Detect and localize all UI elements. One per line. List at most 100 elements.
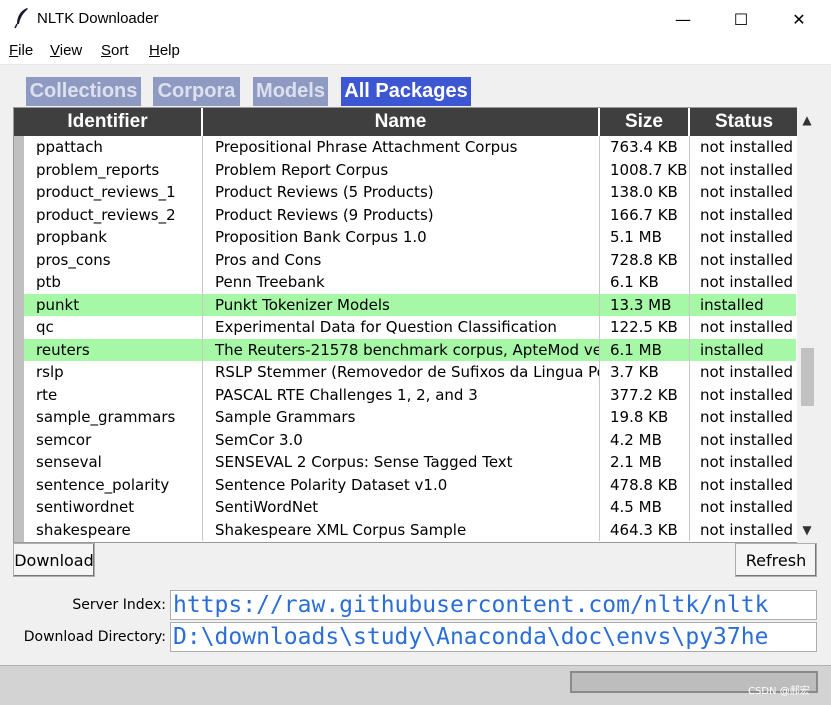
cell-status: not installed <box>700 385 793 404</box>
cell-size: 728.8 KB <box>600 248 690 271</box>
column-header-name[interactable]: Name <box>203 108 600 136</box>
table-left-gutter <box>14 136 24 542</box>
cell-name: Penn Treebank <box>203 271 600 294</box>
cell-identifier: problem_reports <box>24 158 203 181</box>
cell-name: Product Reviews (5 Products) <box>203 181 600 204</box>
cell-identifier: ppattach <box>24 136 203 159</box>
cell-status: not installed <box>700 250 793 269</box>
scroll-thumb[interactable] <box>801 348 814 406</box>
cell-status: not installed <box>700 475 793 494</box>
cell-name: Shakespeare XML Corpus Sample <box>203 518 600 541</box>
scroll-down-icon[interactable]: ▼ <box>799 523 815 539</box>
cell-status: not installed <box>700 453 793 471</box>
table-row[interactable]: product_reviews_1 Product Reviews (5 Prod… <box>24 181 796 204</box>
menu-help[interactable]: Help <box>149 42 180 59</box>
cell-identifier: rslp <box>24 361 203 384</box>
cell-name: Proposition Bank Corpus 1.0 <box>203 226 600 249</box>
table-row[interactable]: ptb Penn Treebank 6.1 KB not installed <box>24 271 796 294</box>
table-row[interactable]: senseval SENSEVAL 2 Corpus: Sense Tagged … <box>24 451 796 474</box>
tab-all-packages[interactable]: All Packages <box>341 77 471 106</box>
cell-identifier: reuters <box>24 338 203 361</box>
tab-collections[interactable]: Collections <box>26 77 141 106</box>
column-header-status[interactable]: Status <box>690 108 798 136</box>
table-row[interactable]: sentence_polarity Sentence Polarity Datas… <box>24 473 796 496</box>
table-row[interactable]: qc Experimental Data for Question Classif… <box>24 316 796 339</box>
cell-identifier: sentence_polarity <box>24 473 203 496</box>
cell-name: SENSEVAL 2 Corpus: Sense Tagged Text <box>203 451 600 474</box>
cell-status: not installed <box>700 363 793 381</box>
cell-size: 13.3 MB <box>600 293 690 316</box>
close-button[interactable]: ✕ <box>770 0 828 38</box>
title-bar: NLTK Downloader — ☐ ✕ <box>0 0 831 38</box>
watermark-text: CSDN @郝宏 <box>748 686 810 697</box>
cell-size: 3.7 KB <box>600 361 690 384</box>
table-row[interactable]: propbank Proposition Bank Corpus 1.0 5.1 M… <box>24 226 796 249</box>
cell-identifier: product_reviews_1 <box>24 181 203 204</box>
cell-status: not installed <box>700 205 793 224</box>
cell-size: 6.1 MB <box>600 338 690 361</box>
table-row[interactable]: rslp RSLP Stemmer (Removedor de Sufixos d… <box>24 361 796 384</box>
column-header-size[interactable]: Size <box>600 108 690 136</box>
tab-models[interactable]: Models <box>253 77 328 106</box>
cell-name: SentiWordNet <box>203 496 600 519</box>
cell-status: not installed <box>700 520 793 539</box>
cell-identifier: semcor <box>24 428 203 451</box>
cell-name: Experimental Data for Question Classific… <box>203 316 600 339</box>
cell-identifier: product_reviews_2 <box>24 203 203 226</box>
cell-status: not installed <box>700 408 793 426</box>
cell-size: 377.2 KB <box>600 383 690 406</box>
cell-identifier: rte <box>24 383 203 406</box>
cell-name: Sample Grammars <box>203 406 600 429</box>
cell-identifier: ptb <box>24 271 203 294</box>
tab-corpora[interactable]: Corpora <box>153 77 240 106</box>
table-row[interactable]: rte PASCAL RTE Challenges 1, 2, and 3 377.… <box>24 383 796 406</box>
cell-status: not installed <box>700 318 793 336</box>
minimize-button[interactable]: — <box>654 0 712 38</box>
table-row[interactable]: sample_grammars Sample Grammars 19.8 KB not… <box>24 406 796 429</box>
table-row[interactable]: ppattach Prepositional Phrase Attachment … <box>24 136 796 159</box>
menu-sort[interactable]: Sort <box>101 42 129 59</box>
cell-status: not installed <box>700 273 793 291</box>
cell-size: 6.1 KB <box>600 271 690 294</box>
cell-name: PASCAL RTE Challenges 1, 2, and 3 <box>203 383 600 406</box>
scroll-up-icon[interactable]: ▲ <box>799 113 815 129</box>
menu-view[interactable]: View <box>50 42 82 59</box>
menu-file[interactable]: File <box>9 42 33 59</box>
cell-identifier: shakespeare <box>24 518 203 541</box>
cell-status: installed <box>700 295 764 314</box>
table-row[interactable]: punkt Punkt Tokenizer Models 13.3 MB instal… <box>24 293 796 316</box>
cell-status: not installed <box>700 138 793 156</box>
table-row[interactable]: reuters The Reuters-21578 benchmark corpu… <box>24 338 796 361</box>
cell-size: 122.5 KB <box>600 316 690 339</box>
cell-size: 19.8 KB <box>600 406 690 429</box>
cell-identifier: sentiwordnet <box>24 496 203 519</box>
maximize-button[interactable]: ☐ <box>712 0 770 38</box>
table-row[interactable]: problem_reports Problem Report Corpus 1008… <box>24 158 796 181</box>
cell-name: SemCor 3.0 <box>203 428 600 451</box>
cell-name: Product Reviews (9 Products) <box>203 203 600 226</box>
download-directory-field[interactable]: D:\downloads\study\Anaconda\doc\envs\py3… <box>170 622 817 652</box>
cell-status: installed <box>700 340 764 359</box>
cell-status: not installed <box>700 498 793 516</box>
table-row[interactable]: shakespeare Shakespeare XML Corpus Sample… <box>24 518 796 541</box>
table-row[interactable]: pros_cons Pros and Cons 728.8 KB not instal… <box>24 248 796 271</box>
download-button[interactable]: Download <box>13 543 95 577</box>
table-row[interactable]: product_reviews_2 Product Reviews (9 Prod… <box>24 203 796 226</box>
cell-status: not installed <box>700 228 793 246</box>
cell-size: 138.0 KB <box>600 181 690 204</box>
table-scrollbar[interactable] <box>797 107 817 543</box>
cell-name: RSLP Stemmer (Removedor de Sufixos da Li… <box>203 361 600 384</box>
cell-name: Punkt Tokenizer Models <box>203 293 600 316</box>
cell-identifier: propbank <box>24 226 203 249</box>
server-index-label: Server Index: <box>72 597 166 613</box>
cell-status: not installed <box>700 160 793 179</box>
feather-icon <box>14 8 28 29</box>
cell-status: not installed <box>700 430 793 449</box>
table-row[interactable]: sentiwordnet SentiWordNet 4.5 MB not instal… <box>24 496 796 519</box>
table-row[interactable]: semcor SemCor 3.0 4.2 MB not installed <box>24 428 796 451</box>
cell-size: 1008.7 KB <box>600 158 690 181</box>
refresh-button[interactable]: Refresh <box>735 543 817 577</box>
column-header-identifier[interactable]: Identifier <box>14 108 203 136</box>
server-index-field[interactable]: https://raw.githubusercontent.com/nltk/n… <box>170 590 817 620</box>
maximize-icon: ☐ <box>733 9 749 29</box>
